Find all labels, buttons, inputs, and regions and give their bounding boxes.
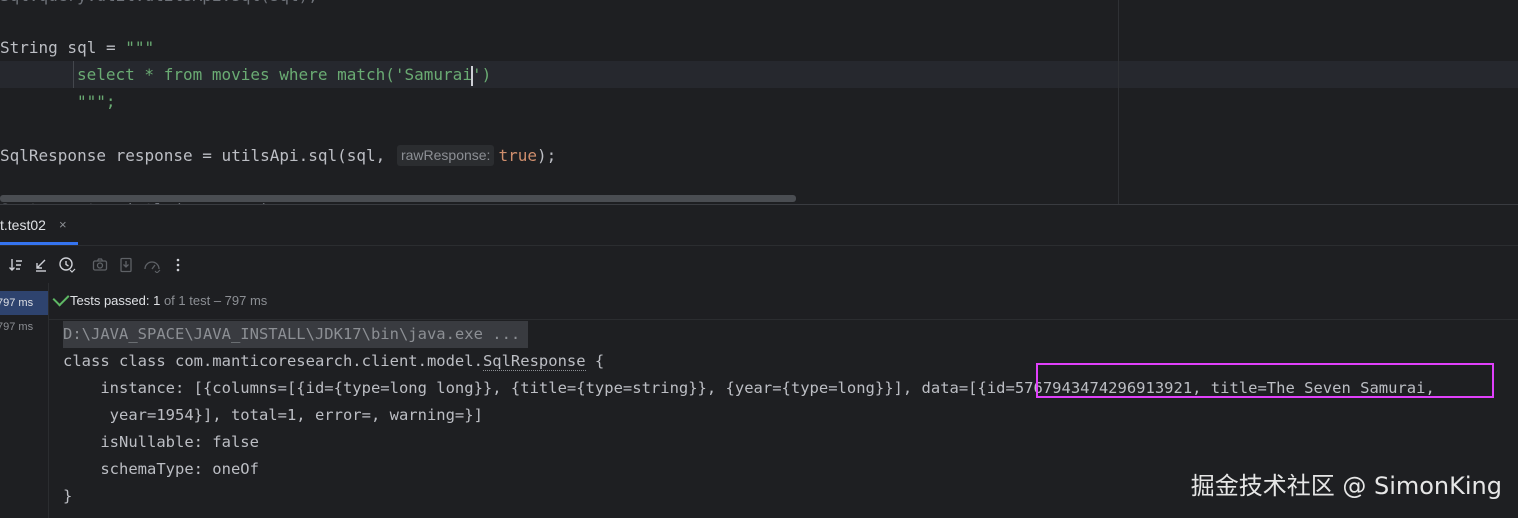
code-line-1[interactable]: String sql = """ xyxy=(0,34,154,61)
run-tab-label: t.test02 xyxy=(0,217,46,233)
status-prefix: Tests passed: xyxy=(70,293,154,308)
class-link[interactable]: SqlResponse xyxy=(482,352,586,371)
collapse-icon[interactable] xyxy=(29,246,53,284)
string-quote: ' xyxy=(471,65,482,84)
string-token: """ xyxy=(125,38,155,57)
console-line-5: schemaType: oneOf xyxy=(63,460,259,478)
call-end: ); xyxy=(536,146,557,165)
check-icon xyxy=(52,289,70,307)
horizontal-scrollbar[interactable] xyxy=(0,195,796,202)
history-icon[interactable] xyxy=(55,246,79,284)
console-line-3: year=1954}], total=1, error=, warning=}] xyxy=(63,406,483,424)
tree-item[interactable]: 797 ms xyxy=(0,291,48,315)
code-line-partial-top: Sql.query.util.utilsApi.sql(sql); xyxy=(0,0,318,9)
watermark: 掘金技术社区 @ SimonKing xyxy=(1190,472,1502,500)
console-line-6: } xyxy=(63,487,73,505)
status-suffix: of 1 test – 797 ms xyxy=(160,293,268,308)
code-line-4[interactable]: SqlResponse response = utilsApi.sql(sql,… xyxy=(0,142,556,169)
camera-icon[interactable] xyxy=(88,246,112,284)
indent-guide xyxy=(73,61,74,88)
annotation-highlight-box xyxy=(1036,363,1494,398)
command-line[interactable]: D:\JAVA_SPACE\JAVA_INSTALL\JDK17\bin\jav… xyxy=(63,321,529,348)
console-line-1: class class com.manticoresearch.client.m… xyxy=(63,348,604,375)
tree-item-duration: 797 ms xyxy=(0,321,34,333)
type-token: String xyxy=(0,38,58,57)
test-tree[interactable]: 797 ms 797 ms xyxy=(0,283,49,518)
call-text: SqlResponse response = utilsApi.sql(sql, xyxy=(0,146,395,165)
keyword-true: true xyxy=(498,146,537,165)
import-icon[interactable] xyxy=(114,246,138,284)
code-line-3[interactable]: """; xyxy=(77,88,116,115)
close-icon[interactable]: × xyxy=(59,205,67,245)
test-toolbar xyxy=(0,245,1518,284)
more-icon[interactable] xyxy=(166,246,190,284)
parameter-hint: rawResponse: xyxy=(396,145,495,166)
code-editor[interactable]: Sql.query.util.utilsApi.sql(sql); String… xyxy=(0,0,1518,204)
class-prefix: class class com.manticoresearch.client.m… xyxy=(63,352,483,370)
tool-tab-bar: t.test02 × xyxy=(0,205,1518,245)
status-text: Tests passed: 1 of 1 test – 797 ms xyxy=(70,283,267,319)
sort-icon[interactable] xyxy=(4,246,28,284)
right-margin-guide xyxy=(1118,0,1119,204)
tree-item[interactable]: 797 ms xyxy=(0,315,48,339)
sql-string-text: select * from movies where match('Samura… xyxy=(77,65,472,84)
run-tab[interactable]: t.test02 × xyxy=(0,205,78,245)
brace-open: { xyxy=(585,352,605,370)
tree-item-duration: 797 ms xyxy=(0,297,34,309)
close-paren: ) xyxy=(481,65,492,84)
console-line-4: isNullable: false xyxy=(63,433,259,451)
code-line-2[interactable]: select * from movies where match('Samura… xyxy=(77,61,491,88)
var-token: sql = xyxy=(57,38,126,57)
test-status-bar: Tests passed: 1 of 1 test – 797 ms xyxy=(49,283,1518,320)
speed-icon[interactable] xyxy=(140,246,164,284)
